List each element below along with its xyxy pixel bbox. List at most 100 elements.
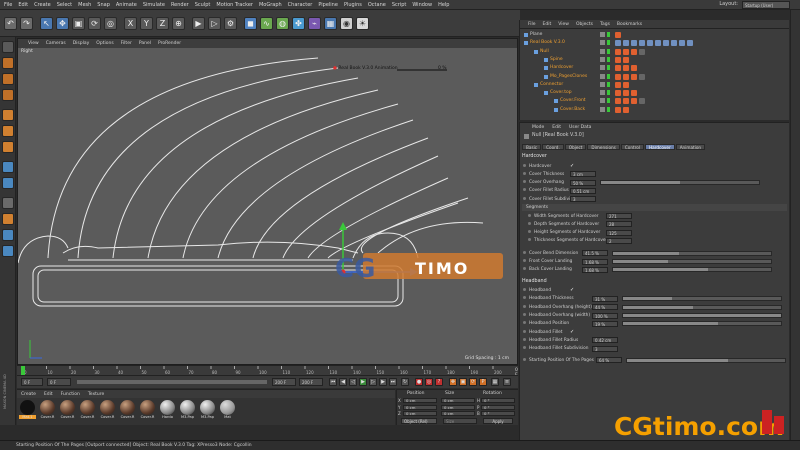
object-row[interactable]: Hardcover: [520, 64, 790, 72]
animate-dot-icon[interactable]: [523, 329, 526, 333]
goto-start-icon[interactable]: ⏮: [329, 378, 337, 386]
object-row[interactable]: Cover.Back: [520, 106, 790, 114]
nurbs-icon[interactable]: ◍: [276, 17, 289, 30]
viewport-menu-view[interactable]: View: [28, 41, 39, 46]
menu-motion-tracker[interactable]: Motion Tracker: [216, 2, 253, 8]
animate-dot-icon[interactable]: [528, 213, 531, 217]
object-row[interactable]: Plane: [520, 31, 790, 39]
goto-end-icon[interactable]: ⏭: [389, 378, 397, 386]
object-row[interactable]: Null: [520, 48, 790, 56]
object-row[interactable]: Mo_PagesClones: [520, 73, 790, 81]
grid-icon[interactable]: [2, 245, 14, 257]
menu-script[interactable]: Script: [392, 2, 407, 8]
menu-character[interactable]: Character: [288, 2, 313, 8]
tab-dimensions[interactable]: Dimensions: [587, 144, 620, 150]
tag-icon[interactable]: [655, 40, 661, 47]
tag-icon[interactable]: [631, 48, 637, 55]
animate-dot-icon[interactable]: [523, 267, 526, 271]
live-select-icon[interactable]: ◎: [104, 17, 117, 30]
viewport-menu-prorender[interactable]: ProRender: [158, 41, 181, 46]
param-value-field[interactable]: 2: [606, 237, 632, 244]
tag-icon[interactable]: [631, 73, 637, 80]
material-swatch[interactable]: Mat: [219, 400, 236, 419]
param-slider[interactable]: [622, 304, 782, 310]
tab-object[interactable]: Object: [564, 144, 587, 150]
tag-icon[interactable]: [615, 40, 621, 47]
rotate-tool-icon[interactable]: ⟳: [88, 17, 101, 30]
param-checkbox[interactable]: ✓: [570, 329, 575, 335]
param-value-field[interactable]: 1.68 %: [582, 266, 608, 273]
tag-icon[interactable]: [615, 32, 621, 38]
render-picture-icon[interactable]: ▷: [208, 17, 221, 30]
enable-check-icon[interactable]: [607, 56, 610, 62]
keyframe-selection-icon[interactable]: ?: [435, 378, 443, 386]
param-value-field[interactable]: 3: [592, 345, 618, 352]
param-value-field[interactable]: 44 %: [592, 304, 618, 311]
param-slider[interactable]: [622, 321, 782, 327]
animate-dot-icon[interactable]: [523, 250, 526, 254]
viewport-menu-filter[interactable]: Filter: [121, 41, 132, 46]
tweak-mode-icon[interactable]: [2, 177, 14, 189]
size-field[interactable]: 0 cm: [441, 398, 475, 403]
viewport-menu-display[interactable]: Display: [73, 41, 90, 46]
enable-check-icon[interactable]: [607, 40, 610, 46]
rotation-field[interactable]: 0 °: [481, 398, 515, 403]
y-axis-icon[interactable]: Y: [140, 17, 153, 30]
key-position-icon[interactable]: ✥: [449, 378, 457, 386]
material-menu-create[interactable]: Create: [21, 392, 36, 397]
timeline-menu-icon[interactable]: ≡: [503, 378, 511, 386]
start-frame-field[interactable]: 0 F: [21, 378, 43, 386]
position-field[interactable]: 0 cm: [403, 398, 437, 403]
visibility-icon[interactable]: [600, 56, 605, 62]
x-axis-icon[interactable]: X: [124, 17, 137, 30]
visibility-icon[interactable]: [600, 32, 605, 37]
param-checkbox[interactable]: ✓: [570, 163, 575, 169]
material-swatch[interactable]: Mat.1: [19, 400, 36, 419]
solo-icon[interactable]: [2, 229, 14, 241]
tab-basic[interactable]: Basic: [522, 144, 542, 150]
tag-icon[interactable]: [623, 106, 629, 113]
param-value-field[interactable]: 0.42 cm: [592, 337, 618, 344]
visibility-icon[interactable]: [600, 98, 605, 104]
size-field[interactable]: 0 cm: [441, 411, 475, 416]
enable-check-icon[interactable]: [607, 106, 610, 112]
tag-icon[interactable]: [639, 98, 645, 105]
object-row[interactable]: Real Book V.3.0: [520, 39, 790, 47]
tag-icon[interactable]: [663, 40, 669, 47]
next-frame-icon[interactable]: ▷: [369, 378, 377, 386]
menu-select[interactable]: Select: [57, 2, 72, 8]
axis-mode-icon[interactable]: [2, 161, 14, 173]
visibility-icon[interactable]: [600, 65, 605, 71]
z-axis-icon[interactable]: Z: [156, 17, 169, 30]
tag-icon[interactable]: [631, 65, 637, 72]
menu-pipeline[interactable]: Pipeline: [318, 2, 338, 8]
visibility-icon[interactable]: [600, 40, 605, 46]
end-frame-field[interactable]: 200 F: [272, 378, 296, 386]
next-key-icon[interactable]: ▶: [379, 378, 387, 386]
visibility-icon[interactable]: [600, 81, 605, 87]
snap-icon[interactable]: [2, 197, 14, 209]
timeline-ruler[interactable]: 0 10 20 30 40 50 60 70 80 90 100 110 120 130 140 150 160…: [17, 365, 518, 378]
position-field[interactable]: 0 cm: [403, 411, 437, 416]
animate-dot-icon[interactable]: [523, 288, 526, 292]
points-mode-icon[interactable]: [2, 109, 14, 121]
menu-edit[interactable]: Edit: [18, 2, 28, 8]
visibility-icon[interactable]: [600, 90, 605, 96]
edges-mode-icon[interactable]: [2, 125, 14, 137]
param-value-field[interactable]: 50 %: [570, 179, 596, 186]
tag-icon[interactable]: [615, 56, 621, 63]
param-slider[interactable]: [612, 250, 772, 256]
material-swatch[interactable]: M3.Pap: [179, 400, 196, 419]
prev-key-icon[interactable]: ◀: [339, 378, 347, 386]
animate-dot-icon[interactable]: [523, 321, 526, 325]
object-row[interactable]: Spine: [520, 56, 790, 64]
tag-icon[interactable]: [623, 73, 629, 80]
model-mode-icon[interactable]: [2, 57, 14, 69]
param-value-field[interactable]: 0.51 cm: [570, 187, 596, 194]
scene-icon[interactable]: ▦: [324, 17, 337, 30]
animate-dot-icon[interactable]: [528, 230, 531, 234]
param-value-field[interactable]: 125: [606, 229, 632, 236]
enable-check-icon[interactable]: [607, 32, 610, 37]
material-swatch[interactable]: Cover.R: [139, 400, 156, 419]
animate-dot-icon[interactable]: [523, 313, 526, 316]
